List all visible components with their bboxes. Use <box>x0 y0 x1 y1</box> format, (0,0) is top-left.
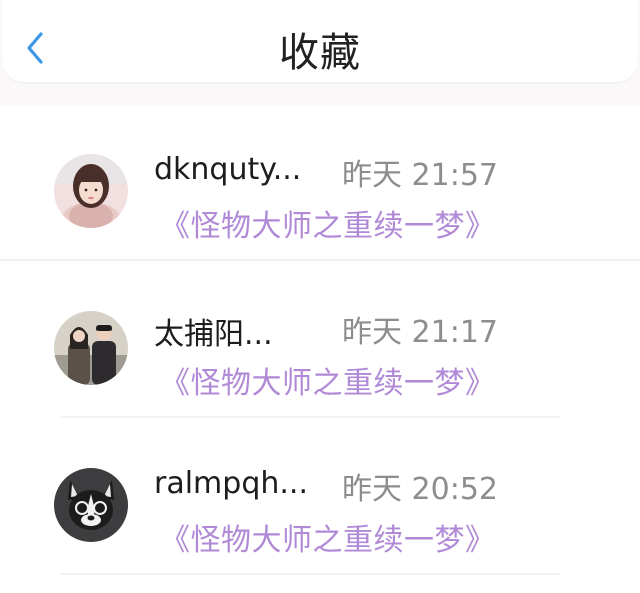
couple-avatar-icon <box>54 311 128 385</box>
list-item[interactable]: 太捕阳... 昨天 21:17 《怪物大师之重续一梦》 <box>0 263 640 418</box>
book-title-link[interactable]: 《怪物大师之重续一梦》 <box>160 358 496 402</box>
divider <box>0 259 640 261</box>
divider <box>60 573 560 575</box>
list-item[interactable]: ralmpqh... 昨天 20:52 《怪物大师之重续一梦》 <box>0 420 640 575</box>
book-title-link[interactable]: 《怪物大师之重续一梦》 <box>160 201 496 245</box>
girl-avatar-icon <box>54 154 128 228</box>
timestamp: 昨天 21:57 <box>342 158 498 193</box>
user-name: dknquty... <box>154 152 302 187</box>
book-title-link[interactable]: 《怪物大师之重续一梦》 <box>160 515 496 559</box>
user-name: ralmpqh... <box>154 466 308 501</box>
avatar[interactable] <box>54 468 128 542</box>
timestamp: 昨天 21:17 <box>342 315 498 350</box>
timestamp: 昨天 20:52 <box>342 472 498 507</box>
list-item[interactable]: dknquty... 昨天 21:57 《怪物大师之重续一梦》 <box>0 106 640 261</box>
avatar[interactable] <box>54 311 128 385</box>
divider <box>60 416 560 418</box>
top-bar: 收藏 <box>2 0 638 82</box>
dog-avatar-icon <box>54 468 128 542</box>
favorites-list: dknquty... 昨天 21:57 《怪物大师之重续一梦》 太捕阳... 昨… <box>0 106 640 593</box>
avatar[interactable] <box>54 154 128 228</box>
user-name: 太捕阳... <box>154 317 273 352</box>
page-title: 收藏 <box>279 30 361 76</box>
